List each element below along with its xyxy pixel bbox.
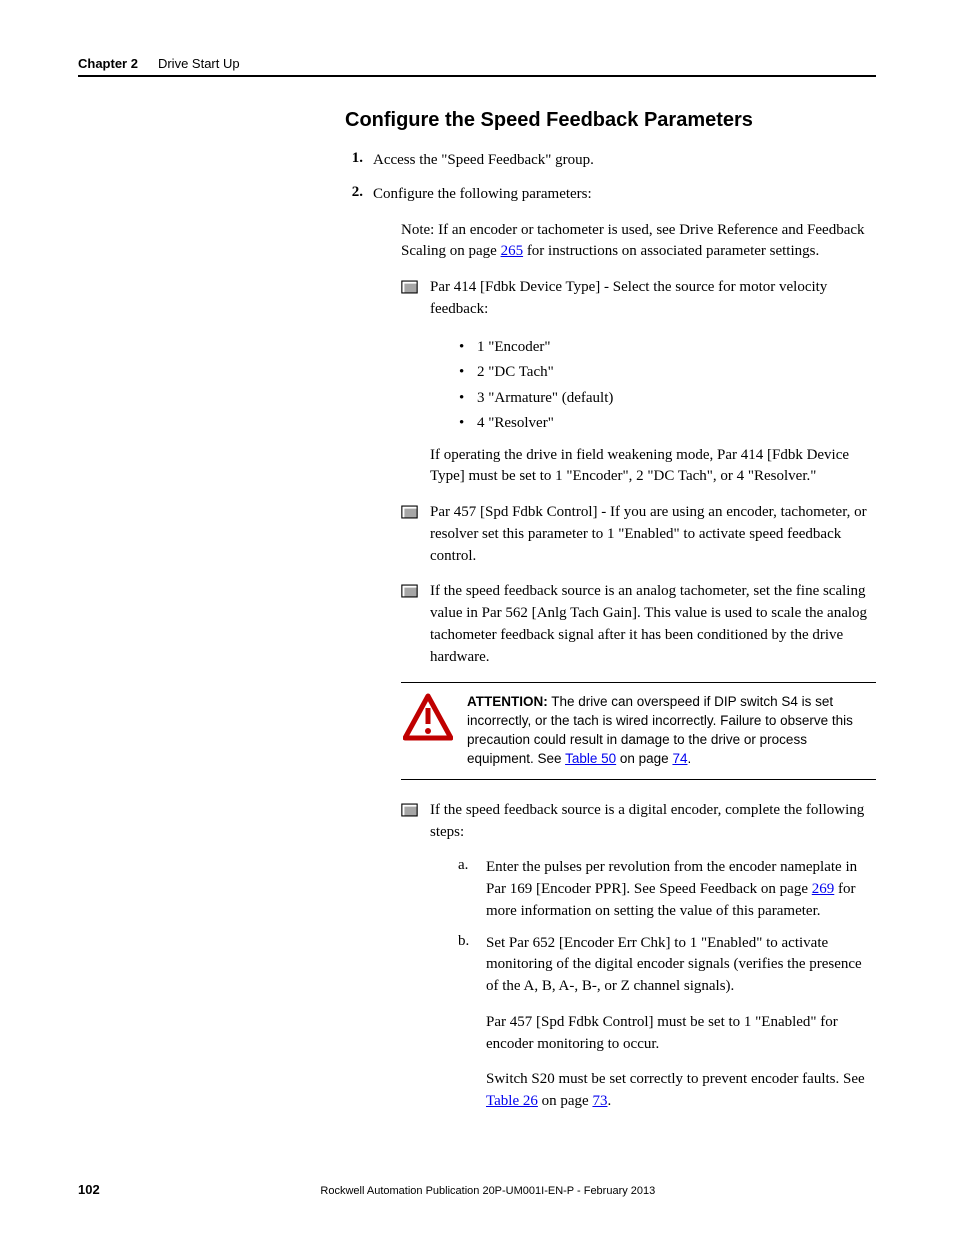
checkbox-icon	[401, 505, 418, 519]
substep-text: Enter the pulses per revolution from the…	[486, 857, 876, 922]
note-paragraph: Note: If an encoder or tachometer is use…	[401, 220, 876, 264]
step-2: 2. Configure the following parameters:	[345, 184, 876, 206]
substep-b-para2: Switch S20 must be set correctly to prev…	[486, 1069, 876, 1113]
checklist-item-4: If the speed feedback source is a digita…	[401, 800, 876, 844]
page-link-265[interactable]: 265	[501, 243, 524, 259]
checklist-text: Par 414 [Fdbk Device Type] - Select the …	[430, 277, 876, 321]
bullet-item: •1 "Encoder"	[459, 335, 876, 361]
substep-b-para1: Par 457 [Spd Fdbk Control] must be set t…	[486, 1012, 876, 1056]
checkbox-icon	[401, 584, 418, 598]
attention-label: ATTENTION:	[467, 694, 548, 709]
bullet-text: 3 "Armature" (default)	[477, 386, 613, 412]
warning-triangle-icon	[403, 693, 453, 743]
page-link-73[interactable]: 73	[592, 1093, 607, 1109]
check1-sub-paragraph: If operating the drive in field weakenin…	[430, 445, 876, 489]
attention-end: .	[687, 751, 691, 766]
bullet-text: 4 "Resolver"	[477, 411, 554, 437]
table-link-26[interactable]: Table 26	[486, 1093, 538, 1109]
page-link-269[interactable]: 269	[812, 881, 835, 897]
checkbox-icon	[401, 280, 418, 294]
step-number: 1.	[345, 150, 373, 172]
substep-a-prefix: Enter the pulses per revolution from the…	[486, 859, 857, 897]
note-suffix: for instructions on associated parameter…	[523, 243, 819, 259]
substep-b: b. Set Par 652 [Encoder Err Chk] to 1 "E…	[458, 933, 876, 998]
bullet-text: 1 "Encoder"	[477, 335, 550, 361]
chapter-title: Drive Start Up	[158, 56, 240, 71]
step-text: Access the "Speed Feedback" group.	[373, 150, 876, 172]
checklist-text: If the speed feedback source is a digita…	[430, 800, 876, 844]
checklist-item-2: Par 457 [Spd Fdbk Control] - If you are …	[401, 502, 876, 567]
section-heading: Configure the Speed Feedback Parameters	[345, 109, 876, 132]
p2-end: .	[607, 1093, 611, 1109]
attention-mid: on page	[616, 751, 672, 766]
attention-text: ATTENTION: The drive can overspeed if DI…	[467, 693, 876, 769]
page-header: Chapter 2 Drive Start Up	[78, 56, 876, 77]
substep-text: Set Par 652 [Encoder Err Chk] to 1 "Enab…	[486, 933, 876, 998]
footer-publication: Rockwell Automation Publication 20P-UM00…	[100, 1185, 876, 1197]
checkbox-icon	[401, 803, 418, 817]
checklist-text: Par 457 [Spd Fdbk Control] - If you are …	[430, 502, 876, 567]
step-1: 1. Access the "Speed Feedback" group.	[345, 150, 876, 172]
main-content: Configure the Speed Feedback Parameters …	[345, 109, 876, 1127]
checklist-item-1: Par 414 [Fdbk Device Type] - Select the …	[401, 277, 876, 321]
page-footer: 102 Rockwell Automation Publication 20P-…	[78, 1182, 876, 1197]
chapter-label: Chapter 2	[78, 56, 138, 71]
attention-box: ATTENTION: The drive can overspeed if DI…	[401, 682, 876, 780]
step-text: Configure the following parameters:	[373, 184, 876, 206]
checklist-item-3: If the speed feedback source is an analo…	[401, 581, 876, 668]
page-number: 102	[78, 1182, 100, 1197]
bullet-item: •4 "Resolver"	[459, 411, 876, 437]
bullet-list: •1 "Encoder" •2 "DC Tach" •3 "Armature" …	[459, 335, 876, 437]
step-number: 2.	[345, 184, 373, 206]
bullet-text: 2 "DC Tach"	[477, 360, 554, 386]
substep-letter: a.	[458, 857, 486, 922]
p2-mid: on page	[538, 1093, 593, 1109]
page-link-74[interactable]: 74	[672, 751, 687, 766]
p2-prefix: Switch S20 must be set correctly to prev…	[486, 1071, 865, 1087]
bullet-item: •3 "Armature" (default)	[459, 386, 876, 412]
table-link-50[interactable]: Table 50	[565, 751, 616, 766]
bullet-item: •2 "DC Tach"	[459, 360, 876, 386]
substep-a: a. Enter the pulses per revolution from …	[458, 857, 876, 922]
checklist-text: If the speed feedback source is an analo…	[430, 581, 876, 668]
substep-letter: b.	[458, 933, 486, 998]
